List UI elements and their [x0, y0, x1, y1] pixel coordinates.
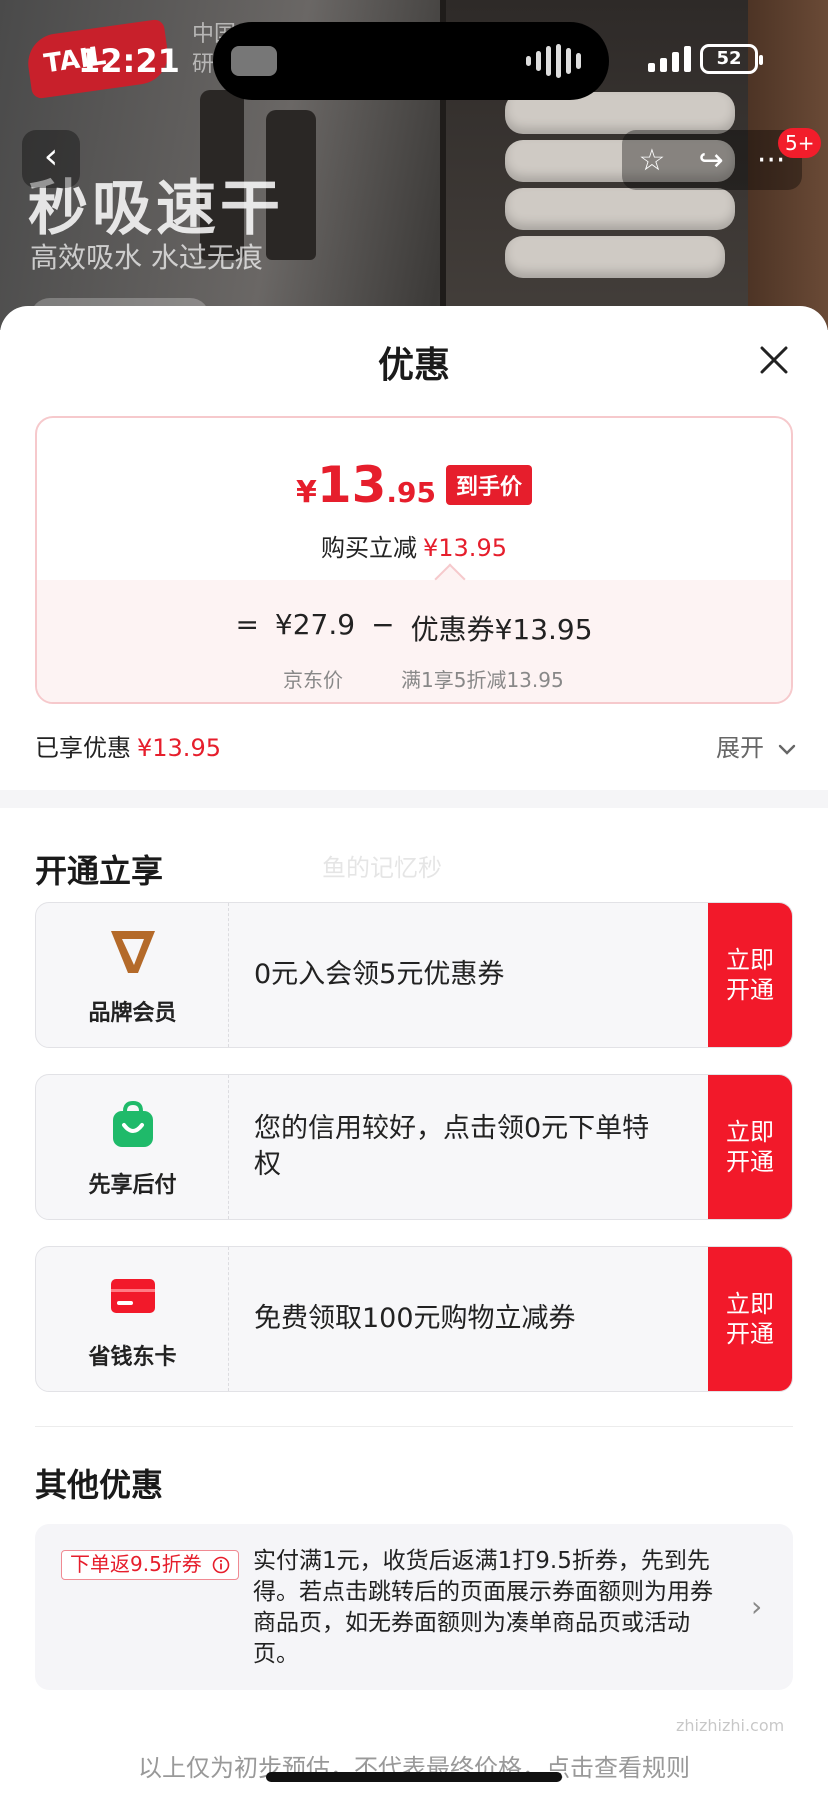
member-card-left: 品牌会员 [36, 903, 229, 1047]
price-formula: = ¥27.9 − 优惠券¥13.95 [37, 608, 791, 648]
member-card-left: 省钱东卡 [36, 1247, 229, 1391]
final-price-int: 13 [316, 456, 387, 514]
jd-price: ¥27.9 [274, 608, 356, 641]
member-name: 先享后付 [88, 1173, 177, 1198]
close-button[interactable] [752, 338, 796, 382]
site-watermark: zhizhizhi.com [676, 1716, 785, 1735]
price-breakdown-card: ¥ 13 .95 到手价 购买立减 ¥13.95 = ¥27.9 − 优惠券¥13… [35, 416, 793, 704]
section-separator [0, 790, 828, 808]
action-bar: ☆ ↪ ··· [622, 130, 802, 190]
hero-subtitle: 高效吸水 水过无痕 [30, 241, 263, 274]
member-card-paylater: 先享后付 您的信用较好，点击领0元下单特权 立即开通 [35, 1074, 793, 1220]
divider [35, 1426, 793, 1427]
brand-member-icon [111, 931, 155, 973]
final-price-tag: 到手价 [446, 465, 533, 505]
formula-minus: − [371, 608, 395, 641]
member-card-savecard: 省钱东卡 免费领取100元购物立减券 立即开通 [35, 1246, 793, 1392]
signal-icon [648, 46, 691, 72]
member-card-brand: 品牌会员 0元入会领5元优惠券 立即开通 [35, 902, 793, 1048]
expand-button[interactable]: 展开 [716, 728, 796, 763]
member-name: 省钱东卡 [88, 1345, 177, 1370]
towel-shape [505, 236, 725, 278]
other-discount-card[interactable]: 下单返9.5折券 实付满1元，收货后返满1打9.5折券，先到先得。若点击跳转后的… [35, 1524, 793, 1690]
close-icon [760, 346, 788, 374]
open-now-button[interactable]: 立即开通 [708, 1075, 792, 1219]
other-discount-text: 实付满1元，收货后返满1打9.5折券，先到先得。若点击跳转后的页面展示券面额则为… [253, 1548, 713, 1667]
formula-equals: = [235, 608, 259, 641]
coupon-amount: 优惠券¥13.95 [410, 613, 593, 646]
reduce-value: ¥13.95 [423, 534, 507, 562]
coupon-label: 满1享5折减13.95 [401, 668, 564, 692]
chevron-left-icon: ‹ [43, 136, 59, 177]
member-name: 品牌会员 [88, 1001, 177, 1026]
currency-symbol: ¥ [295, 475, 317, 510]
watermark-text: 鱼的记忆秒 [322, 854, 442, 882]
audio-wave-icon [526, 44, 581, 78]
member-desc: 您的信用较好，点击领0元下单特权 [254, 1113, 650, 1180]
battery-level: 52 [716, 48, 742, 69]
member-card-left: 先享后付 [36, 1075, 229, 1219]
reduce-row: 购买立减 ¥13.95 [37, 528, 791, 563]
expand-label: 展开 [716, 734, 764, 762]
member-desc: 免费领取100元购物立减券 [254, 1303, 576, 1334]
reduce-label: 购买立减 [321, 534, 417, 562]
member-desc: 0元入会领5元优惠券 [254, 959, 505, 990]
dynamic-island[interactable] [213, 22, 609, 100]
status-time: 12:21 [78, 42, 180, 80]
star-icon[interactable]: ☆ [639, 143, 666, 178]
jd-price-label: 京东价 [283, 668, 343, 692]
home-indicator[interactable] [266, 1772, 562, 1782]
open-section-title: 开通立享 [35, 852, 164, 890]
enjoyed-label: 已享优惠 [35, 734, 131, 762]
open-now-button[interactable]: 立即开通 [708, 903, 792, 1047]
back-button[interactable]: ‹ [22, 130, 80, 188]
final-price-row: ¥ 13 .95 到手价 [37, 456, 791, 514]
card-icon [111, 1279, 155, 1313]
sheet-title: 优惠 [377, 345, 450, 386]
chevron-down-icon [778, 744, 795, 755]
info-icon[interactable] [212, 1556, 230, 1574]
battery-icon: 52 [700, 44, 763, 74]
shopping-bag-icon [113, 1100, 153, 1147]
other-section-title: 其他优惠 [35, 1466, 164, 1504]
chevron-right-icon: › [751, 1590, 763, 1623]
towel-shape [505, 188, 735, 230]
discount-sheet: 优惠 ¥ 13 .95 到手价 购买立减 ¥13.95 = ¥27.9 − 优惠券… [0, 306, 828, 1796]
message-badge: 5+ [778, 128, 822, 158]
media-thumbnail-icon [231, 46, 277, 76]
enjoyed-discount: 已享优惠 ¥13.95 [35, 728, 221, 763]
enjoyed-value: ¥13.95 [137, 734, 221, 762]
return-coupon-tag: 下单返9.5折券 [61, 1550, 240, 1580]
final-price-dec: .95 [386, 476, 437, 509]
tag-label: 下单返9.5折券 [70, 1552, 202, 1576]
share-icon[interactable]: ↪ [699, 143, 724, 178]
open-now-button[interactable]: 立即开通 [708, 1247, 792, 1391]
